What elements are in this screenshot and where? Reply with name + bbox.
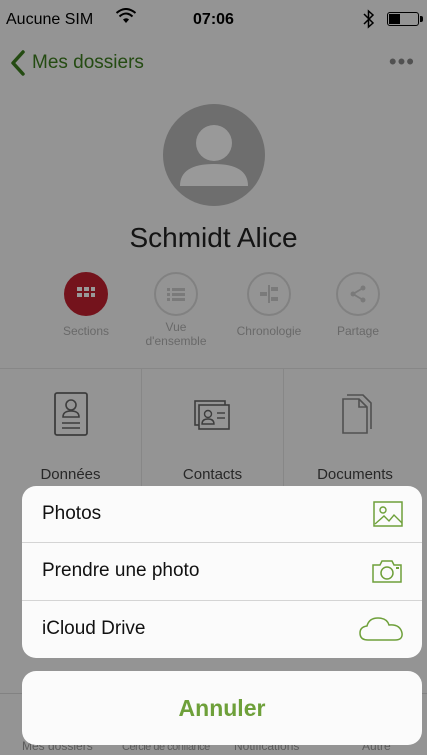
cloud-icon	[359, 617, 403, 641]
action-sheet: Photos Prendre une photo iCloud Drive	[22, 486, 422, 658]
action-label: Prendre une photo	[42, 560, 200, 582]
action-label: Photos	[42, 503, 102, 525]
action-icloud-drive[interactable]: iCloud Drive	[22, 601, 422, 658]
image-icon	[373, 501, 403, 527]
camera-icon	[372, 560, 402, 584]
cancel-button[interactable]: Annuler	[22, 671, 422, 745]
action-take-photo[interactable]: Prendre une photo	[22, 543, 422, 601]
action-photos[interactable]: Photos	[22, 486, 422, 544]
action-label: iCloud Drive	[42, 618, 146, 640]
